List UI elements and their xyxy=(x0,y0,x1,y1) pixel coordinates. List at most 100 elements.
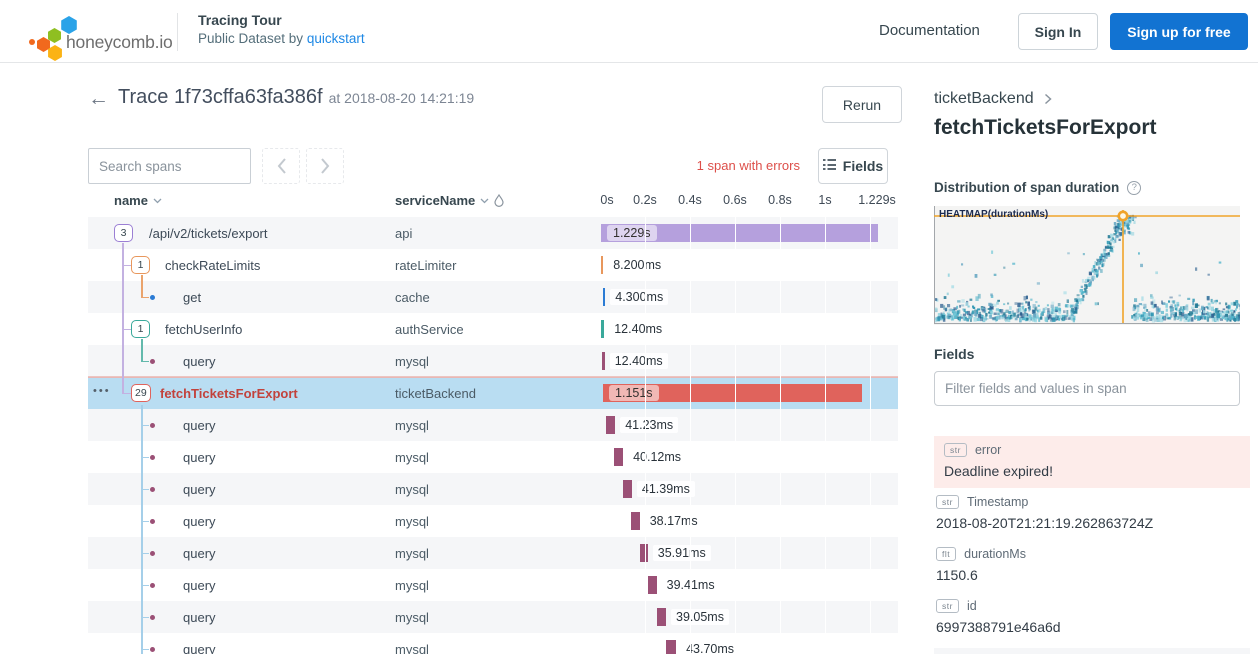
span-dot xyxy=(150,423,155,428)
field-list-icon xyxy=(823,159,836,173)
collapse-count-badge[interactable]: 1 xyxy=(131,320,150,338)
field-value: Deadline expired! xyxy=(944,463,1240,479)
heatmap-canvas xyxy=(934,206,1240,325)
span-name: query xyxy=(183,450,216,465)
span-name: query xyxy=(183,578,216,593)
field-name: id xyxy=(967,599,977,613)
span-dot xyxy=(150,583,155,588)
collapse-count-badge[interactable]: 29 xyxy=(131,384,151,402)
dataset-subtitle: Public Dataset by quickstart xyxy=(198,31,365,46)
duration-bar[interactable] xyxy=(603,288,605,306)
span-dot xyxy=(150,455,155,460)
column-header-service[interactable]: serviceName xyxy=(395,193,504,208)
span-name: /api/v2/tickets/export xyxy=(149,226,268,241)
logo-dot xyxy=(29,39,35,45)
duration-bar[interactable] xyxy=(631,512,640,530)
quickstart-link[interactable]: quickstart xyxy=(307,31,365,46)
duration-bar[interactable] xyxy=(640,544,648,562)
trace-title: Trace 1f73cffa63fa386fat 2018-08-20 14:2… xyxy=(118,86,474,109)
duration-bar[interactable] xyxy=(601,256,603,274)
breadcrumb-service[interactable]: ticketBackend xyxy=(934,90,1034,108)
help-icon[interactable]: ? xyxy=(1127,181,1141,195)
distribution-label-text: Distribution of span duration xyxy=(934,180,1119,195)
table-row[interactable]: 3/api/v2/tickets/export api 1.229s xyxy=(88,217,898,249)
field-row-durationMs[interactable]: fltdurationMs1150.6 xyxy=(934,540,1250,592)
table-row[interactable]: querymysql38.17ms xyxy=(88,505,898,537)
duration-label: 39.05ms xyxy=(671,609,729,625)
table-row[interactable]: 1fetchUserInfoauthService12.40ms xyxy=(88,313,898,345)
timeline-tick: 0s xyxy=(600,193,613,207)
table-row[interactable]: •••29fetchTicketsForExportticketBackend1… xyxy=(88,377,898,409)
next-span-button[interactable] xyxy=(306,148,344,184)
table-row[interactable]: querymysql41.23ms xyxy=(88,409,898,441)
duration-bar[interactable] xyxy=(602,352,605,370)
table-row[interactable]: querymysql12.40ms xyxy=(88,345,898,377)
table-row[interactable]: querymysql39.41ms xyxy=(88,569,898,601)
table-row[interactable]: querymysql39.05ms xyxy=(88,601,898,633)
rerun-button[interactable]: Rerun xyxy=(822,86,902,123)
sign-in-button[interactable]: Sign In xyxy=(1018,13,1098,50)
trace-timestamp: at 2018-08-20 14:21:19 xyxy=(329,90,475,106)
duration-label: 39.41ms xyxy=(662,577,720,593)
duration-label: 4.300ms xyxy=(610,289,668,305)
heatmap-title: HEATMAP(durationMs) xyxy=(939,209,1048,220)
span-name: fetchTicketsForExport xyxy=(160,386,298,401)
duration-heatmap[interactable]: HEATMAP(durationMs) xyxy=(934,206,1240,325)
field-row-id[interactable]: strid6997388791e46a6d xyxy=(934,592,1250,644)
column-header-name[interactable]: name xyxy=(114,193,162,208)
field-row-Timestamp[interactable]: strTimestamp2018-08-20T21:21:19.26286372… xyxy=(934,488,1250,540)
duration-label: 8.200ms xyxy=(608,257,666,273)
name-header-label: name xyxy=(114,193,148,208)
table-row[interactable]: querymysql35.91ms xyxy=(88,537,898,569)
prev-span-button[interactable] xyxy=(262,148,300,184)
span-name: query xyxy=(183,610,216,625)
duration-bar[interactable] xyxy=(657,608,666,626)
field-type-tag: str xyxy=(936,495,959,509)
collapse-count-badge[interactable]: 3 xyxy=(114,224,133,242)
span-name: query xyxy=(183,546,216,561)
duration-bar[interactable] xyxy=(648,576,657,594)
span-dot xyxy=(150,295,155,300)
span-service-name: api xyxy=(395,226,412,241)
timeline-tick: 0.6s xyxy=(723,193,747,207)
collapse-count-badge[interactable]: 1 xyxy=(131,256,150,274)
timeline-tick: 1.229s xyxy=(858,193,896,207)
duration-bar[interactable] xyxy=(614,448,623,466)
distribution-label: Distribution of span duration ? xyxy=(934,180,1141,195)
table-row[interactable]: querymysql41.39ms xyxy=(88,473,898,505)
back-arrow-icon[interactable]: ← xyxy=(88,87,109,111)
span-service-name: mysql xyxy=(395,418,429,433)
span-dot xyxy=(150,647,155,652)
documentation-link[interactable]: Documentation xyxy=(879,22,980,39)
color-drop-icon[interactable] xyxy=(494,194,504,207)
duration-bar[interactable]: 1.229s xyxy=(601,224,878,242)
duration-bar[interactable] xyxy=(623,480,632,498)
nav-divider xyxy=(177,13,178,51)
row-menu-icon[interactable]: ••• xyxy=(93,385,111,397)
table-row[interactable]: querymysql40.12ms xyxy=(88,441,898,473)
search-spans-input[interactable] xyxy=(88,148,251,184)
duration-label: 35.91ms xyxy=(653,545,711,561)
sign-up-button[interactable]: Sign up for free xyxy=(1110,13,1248,50)
fields-button-label: Fields xyxy=(843,158,883,174)
table-row[interactable]: 1checkRateLimitsrateLimiter8.200ms xyxy=(88,249,898,281)
fields-button[interactable]: Fields xyxy=(818,148,888,184)
duration-label: 1.151s xyxy=(609,385,659,401)
filter-fields-input[interactable] xyxy=(934,371,1240,406)
tree-connector-line xyxy=(141,339,143,361)
duration-bar[interactable] xyxy=(666,640,676,654)
table-row[interactable]: getcache4.300ms xyxy=(88,281,898,313)
duration-bar[interactable] xyxy=(606,416,615,434)
dataset-subtitle-prefix: Public Dataset by xyxy=(198,31,307,46)
honeycomb-logo[interactable]: honeycomb.io xyxy=(14,6,174,58)
duration-bar[interactable]: 1.151s xyxy=(603,384,862,402)
duration-bar[interactable] xyxy=(601,320,604,338)
duration-label: 40.12ms xyxy=(628,449,686,465)
field-type-tag: str xyxy=(936,599,959,613)
field-row-error[interactable]: strerrorDeadline expired! xyxy=(934,436,1250,488)
error-span-summary[interactable]: 1 span with errors xyxy=(620,158,800,173)
table-row[interactable]: querymysql43.70ms xyxy=(88,633,898,654)
fields-section-heading: Fields xyxy=(934,346,974,362)
span-dot xyxy=(150,551,155,556)
honeycomb-trace-app: honeycomb.io Tracing Tour Public Dataset… xyxy=(0,0,1258,654)
